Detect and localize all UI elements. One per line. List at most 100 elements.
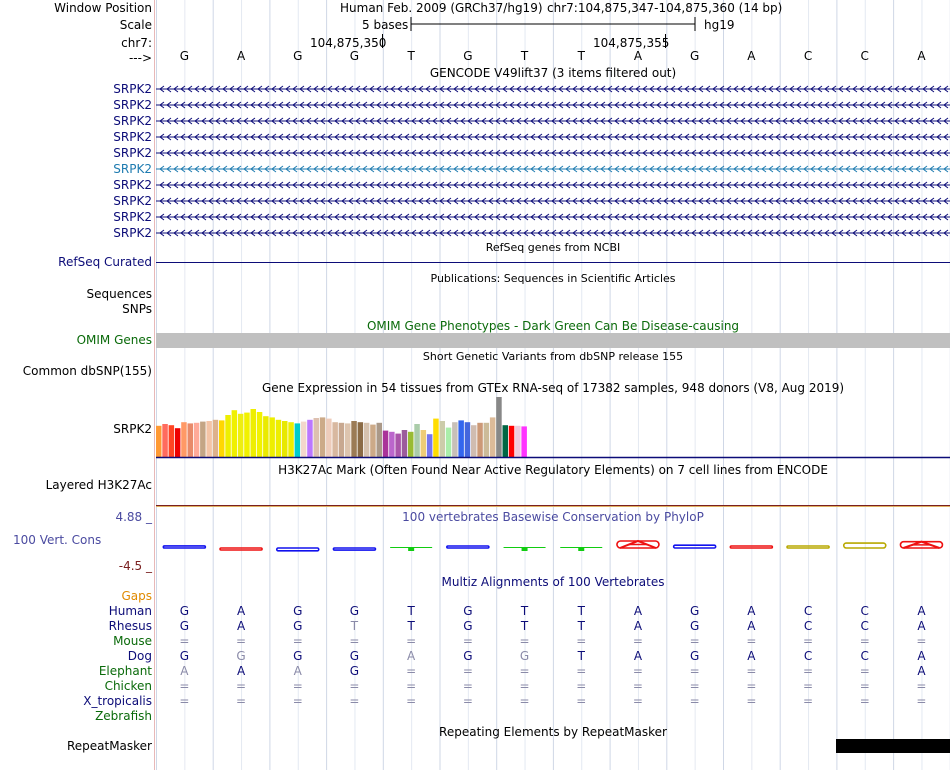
gtex-tissue-bar[interactable] — [489, 417, 496, 457]
gencode-transcript-label[interactable]: SRPK2 — [0, 82, 152, 96]
gtex-tissue-bar[interactable] — [395, 433, 401, 457]
gtex-tissue-bar[interactable] — [275, 419, 282, 457]
refseq-gene-line[interactable] — [156, 262, 950, 263]
gtex-tissue-bar[interactable] — [363, 422, 370, 457]
multiz-species-label[interactable]: Chicken — [0, 679, 152, 693]
gtex-tissue-bar[interactable] — [420, 430, 427, 457]
multiz-species-label[interactable]: Rhesus — [0, 619, 152, 633]
gtex-expression-chart[interactable] — [156, 395, 950, 460]
gtex-tissue-bar[interactable] — [269, 417, 275, 457]
multiz-species-label[interactable]: X_tropicalis — [0, 694, 152, 708]
gencode-transcript-label[interactable]: SRPK2 — [0, 146, 152, 160]
gtex-tissue-bar[interactable] — [332, 422, 338, 457]
repeatmasker-track-title: Repeating Elements by RepeatMasker — [439, 725, 667, 739]
multiz-species-label[interactable]: Zebrafish — [0, 709, 152, 723]
h3k27ac-track-label[interactable]: Layered H3K27Ac — [0, 478, 152, 492]
gtex-tissue-bar[interactable] — [193, 422, 200, 457]
gtex-tissue-bar[interactable] — [156, 425, 162, 457]
gtex-tissue-bar[interactable] — [162, 424, 168, 457]
gtex-tissue-bar[interactable] — [401, 430, 408, 457]
gtex-tissue-bar[interactable] — [294, 423, 301, 457]
gtex-tissue-bar[interactable] — [496, 397, 502, 457]
gtex-tissue-bar[interactable] — [206, 421, 212, 457]
gtex-tissue-bar[interactable] — [515, 425, 521, 457]
gtex-tissue-bar[interactable] — [338, 422, 345, 457]
gtex-tissue-bar[interactable] — [288, 422, 294, 457]
gencode-transcript-label[interactable]: SRPK2 — [0, 114, 152, 128]
multiz-species-label[interactable]: Dog — [0, 649, 152, 663]
gtex-tissue-bar[interactable] — [187, 423, 194, 457]
gtex-tissue-bar[interactable] — [445, 427, 452, 457]
gencode-transcripts[interactable] — [156, 80, 950, 240]
gtex-track-label[interactable]: SRPK2 — [0, 422, 152, 436]
gtex-tissue-bar[interactable] — [237, 413, 244, 457]
gencode-transcript-label[interactable]: SRPK2 — [0, 130, 152, 144]
gencode-transcript-label[interactable]: SRPK2 — [0, 178, 152, 192]
phylop-logo[interactable] — [156, 520, 950, 570]
gtex-tissue-bar[interactable] — [181, 422, 187, 457]
gtex-tissue-bar[interactable] — [244, 412, 250, 457]
omim-gene-bar[interactable] — [156, 333, 950, 348]
gtex-tissue-bar[interactable] — [212, 419, 219, 457]
omim-track-label[interactable]: OMIM Genes — [0, 333, 152, 347]
phylop-track-label[interactable]: 100 Vert. Cons — [13, 533, 101, 547]
gtex-tissue-bar[interactable] — [483, 422, 490, 457]
repeatmasker-element[interactable] — [836, 739, 950, 753]
gtex-tissue-bar[interactable] — [471, 425, 477, 457]
gtex-tissue-bar[interactable] — [464, 422, 471, 457]
gtex-tissue-bar[interactable] — [357, 422, 364, 457]
gtex-tissue-bar[interactable] — [319, 417, 326, 457]
gtex-tissue-bar[interactable] — [370, 424, 376, 457]
gtex-tissue-bar[interactable] — [351, 421, 357, 457]
gtex-tissue-bar[interactable] — [256, 412, 263, 457]
multiz-base: = — [632, 694, 643, 708]
gtex-tissue-bar[interactable] — [458, 420, 464, 457]
publications-sequences-label[interactable]: Sequences — [0, 287, 152, 301]
gtex-tissue-bar[interactable] — [250, 409, 257, 457]
gencode-transcript-label[interactable]: SRPK2 — [0, 226, 152, 240]
gtex-tissue-bar[interactable] — [345, 423, 351, 457]
multiz-base: = — [746, 664, 757, 678]
gtex-tissue-bar[interactable] — [414, 424, 420, 457]
gtex-tissue-bar[interactable] — [168, 425, 175, 457]
gtex-tissue-bar[interactable] — [225, 415, 231, 457]
multiz-gaps-label[interactable]: Gaps — [0, 589, 152, 603]
gtex-tissue-bar[interactable] — [433, 418, 439, 457]
publications-snps-label[interactable]: SNPs — [0, 302, 152, 316]
gtex-tissue-bar[interactable] — [219, 420, 225, 457]
gtex-tissue-bar[interactable] — [521, 426, 527, 457]
gtex-tissue-bar[interactable] — [408, 431, 414, 457]
gtex-tissue-bar[interactable] — [263, 416, 269, 457]
gtex-tissue-bar[interactable] — [502, 425, 509, 457]
gtex-tissue-bar[interactable] — [439, 421, 446, 457]
refseq-track-label[interactable]: RefSeq Curated — [0, 255, 152, 269]
gtex-tissue-bar[interactable] — [426, 434, 433, 457]
gtex-tissue-bar[interactable] — [307, 419, 313, 457]
position-readout[interactable]: chr7:104,875,347-104,875,360 (14 bp) — [547, 1, 782, 15]
assembly-name[interactable]: Human Feb. 2009 (GRCh37/hg19) — [340, 1, 543, 15]
multiz-species-label[interactable]: Mouse — [0, 634, 152, 648]
gencode-transcript-label[interactable]: SRPK2 — [0, 210, 152, 224]
gtex-tissue-bar[interactable] — [200, 421, 206, 457]
repeatmasker-track-label[interactable]: RepeatMasker — [0, 739, 152, 753]
gtex-tissue-bar[interactable] — [174, 428, 181, 457]
gencode-transcript-label[interactable]: SRPK2 — [0, 98, 152, 112]
gtex-tissue-bar[interactable] — [382, 430, 389, 457]
multiz-base: = — [576, 694, 587, 708]
gtex-tissue-bar[interactable] — [452, 422, 458, 457]
gtex-tissue-bar[interactable] — [282, 421, 288, 457]
gtex-tissue-bar[interactable] — [477, 422, 483, 457]
multiz-species-label[interactable]: Human — [0, 604, 152, 618]
gtex-tissue-bar[interactable] — [231, 410, 238, 457]
gencode-transcript-label[interactable]: SRPK2 — [0, 162, 152, 176]
dbsnp-track-label[interactable]: Common dbSNP(155) — [0, 364, 152, 378]
gencode-transcript-label[interactable]: SRPK2 — [0, 194, 152, 208]
gtex-tissue-bar[interactable] — [389, 431, 395, 457]
gtex-tissue-bar[interactable] — [376, 422, 383, 457]
multiz-species-label[interactable]: Elephant — [0, 664, 152, 678]
gtex-tissue-bar[interactable] — [313, 418, 320, 457]
gtex-tissue-bar[interactable] — [300, 421, 307, 457]
gtex-tissue-bar[interactable] — [326, 418, 332, 457]
gtex-tissue-bar[interactable] — [508, 425, 515, 457]
multiz-base: = — [462, 679, 473, 693]
